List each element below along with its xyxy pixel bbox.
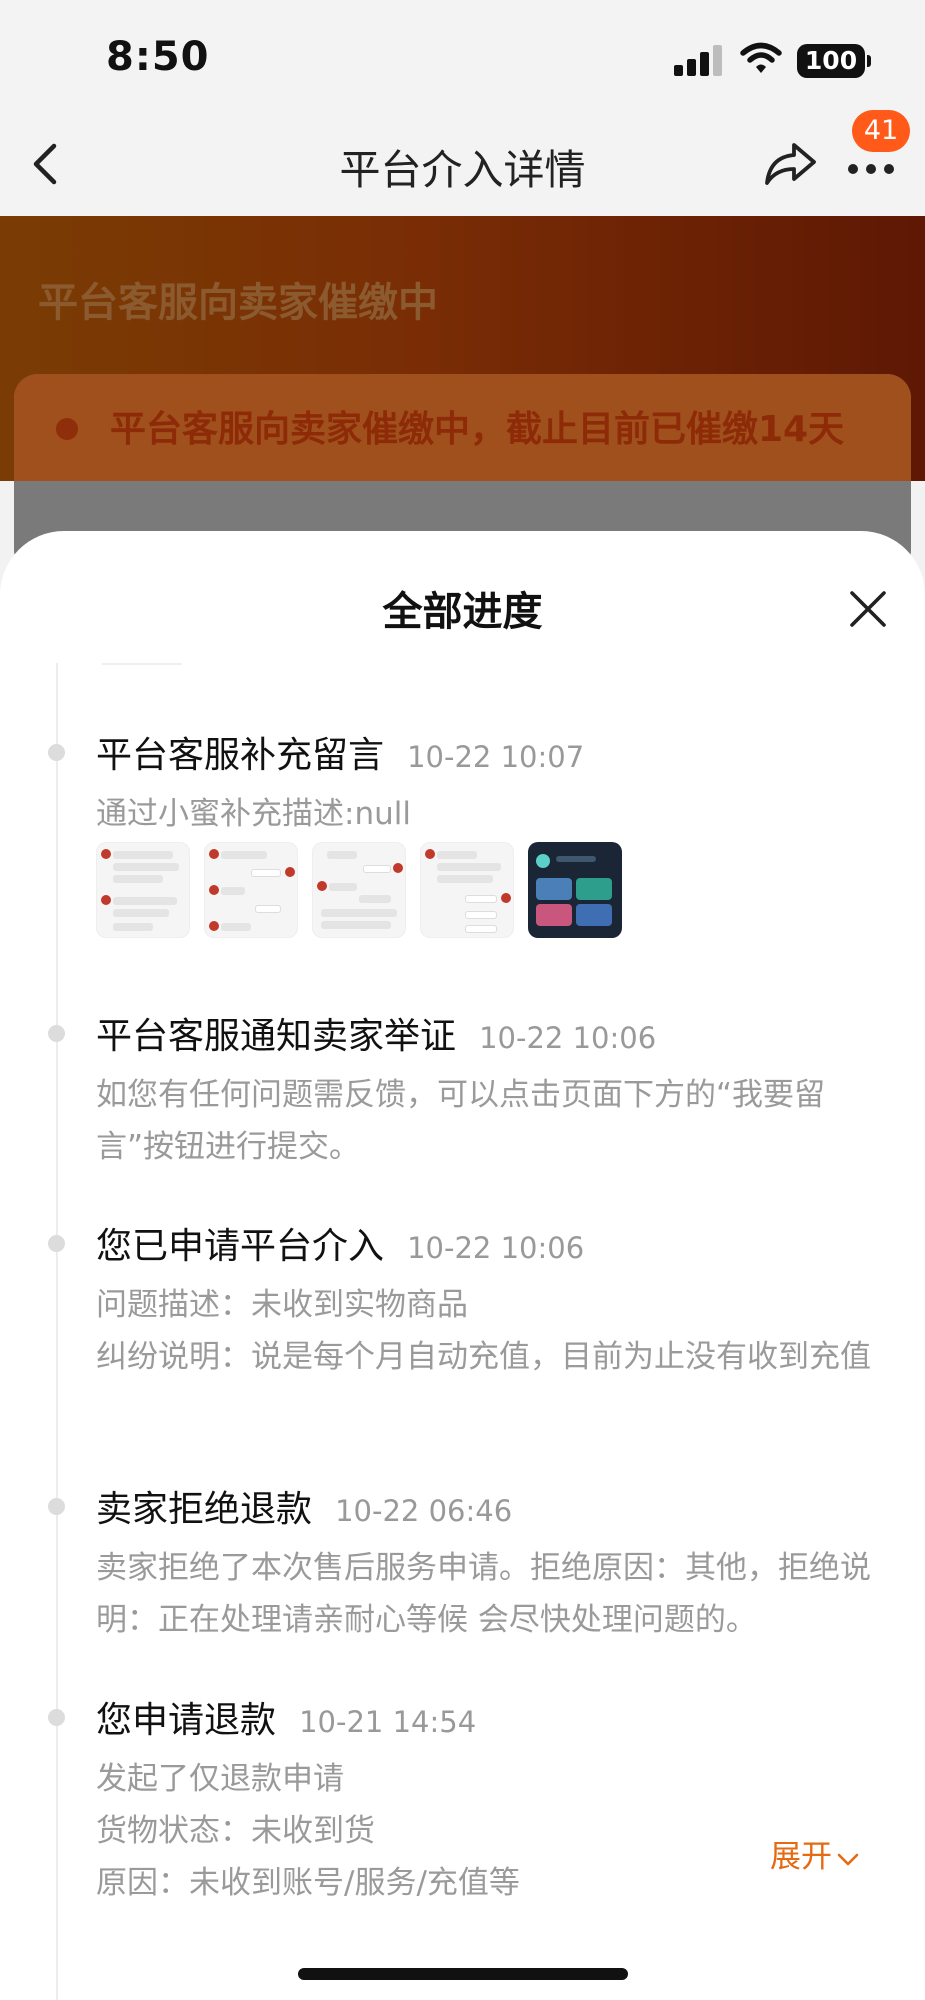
timeline-dot bbox=[48, 1235, 65, 1252]
event-time: 10-22 10:07 bbox=[407, 740, 585, 774]
event-line: 通过小蜜补充描述:null bbox=[96, 796, 411, 832]
timeline-line bbox=[56, 663, 58, 2000]
attachment-image[interactable] bbox=[96, 842, 190, 938]
share-icon[interactable] bbox=[762, 140, 818, 188]
attachment-image[interactable] bbox=[528, 842, 622, 938]
battery-icon: 100 bbox=[797, 44, 871, 78]
event-title: 您申请退款 bbox=[96, 1700, 277, 1741]
event-line: 纠纷说明：说是每个月自动充值，目前为止没有收到充值 bbox=[96, 1339, 871, 1375]
event-line: 如您有任何问题需反馈，可以点击页面下方的“我要留言”按钮进行提交。 bbox=[96, 1077, 826, 1165]
timeline-dot bbox=[48, 1709, 65, 1726]
close-icon[interactable] bbox=[846, 587, 890, 631]
timeline-dot bbox=[48, 1498, 65, 1515]
event-line: 发起了仅退款申请 bbox=[96, 1761, 344, 1797]
event-description: 卖家拒绝了本次售后服务申请。拒绝原因：其他，拒绝说明：正在处理请亲耐心等候 会尽… bbox=[96, 1542, 876, 1646]
event-title: 平台客服补充留言 bbox=[96, 735, 385, 776]
attachment-image[interactable] bbox=[312, 842, 406, 938]
home-indicator bbox=[298, 1968, 628, 1980]
event-title: 卖家拒绝退款 bbox=[96, 1489, 313, 1530]
event-line: 原因：未收到账号/服务/充值等 bbox=[96, 1865, 520, 1901]
timeline-dot bbox=[48, 744, 65, 761]
chevron-down-icon bbox=[837, 1853, 859, 1865]
status-header-title: 平台客服向卖家催缴中 bbox=[38, 280, 438, 326]
more-icon[interactable] bbox=[846, 158, 896, 178]
event-description: 发起了仅退款申请 货物状态：未收到货 原因：未收到账号/服务/充值等 bbox=[96, 1753, 876, 1909]
status-card-text: 平台客服向卖家催缴中，截止目前已催缴14天 bbox=[110, 409, 845, 450]
status-header: 平台客服向卖家催缴中 平台客服向卖家催缴中，截止目前已催缴14天 bbox=[0, 216, 925, 574]
event-time: 10-22 06:46 bbox=[335, 1494, 513, 1528]
expand-button[interactable]: 展开 bbox=[770, 1831, 860, 1876]
notification-badge: 41 bbox=[852, 110, 910, 152]
attachment-image[interactable] bbox=[420, 842, 514, 938]
event-description: 问题描述：未收到实物商品 纠纷说明：说是每个月自动充值，目前为止没有收到充值 bbox=[96, 1279, 876, 1383]
event-title: 平台客服通知卖家举证 bbox=[96, 1016, 457, 1057]
nav-bar: 平台介入详情 41 bbox=[0, 110, 925, 216]
status-bar: 8:50 100 bbox=[0, 0, 925, 110]
signal-icon bbox=[674, 44, 724, 76]
wifi-icon bbox=[740, 42, 782, 73]
progress-sheet: 全部进度 平台客服补充留言 10-22 10:07 通过小蜜补充描述:null bbox=[0, 531, 925, 2000]
event-time: 10-22 10:06 bbox=[407, 1231, 585, 1265]
sheet-title: 全部进度 bbox=[382, 589, 543, 635]
event-line: 货物状态：未收到货 bbox=[96, 1813, 375, 1849]
event-line: 卖家拒绝了本次售后服务申请。拒绝原因：其他，拒绝说明：正在处理请亲耐心等候 会尽… bbox=[96, 1550, 871, 1638]
event-title: 您已申请平台介入 bbox=[96, 1226, 385, 1267]
event-description: 通过小蜜补充描述:null bbox=[96, 788, 876, 840]
attachment-image[interactable] bbox=[204, 842, 298, 938]
event-description: 如您有任何问题需反馈，可以点击页面下方的“我要留言”按钮进行提交。 bbox=[96, 1069, 876, 1173]
timeline-dot bbox=[48, 1025, 65, 1042]
event-time: 10-21 14:54 bbox=[299, 1705, 477, 1739]
status-time: 8:50 bbox=[106, 34, 210, 80]
status-dot-icon bbox=[56, 418, 78, 440]
event-time: 10-22 10:06 bbox=[479, 1021, 657, 1055]
event-line: 问题描述：未收到实物商品 bbox=[96, 1287, 468, 1323]
expand-label: 展开 bbox=[770, 1839, 832, 1875]
